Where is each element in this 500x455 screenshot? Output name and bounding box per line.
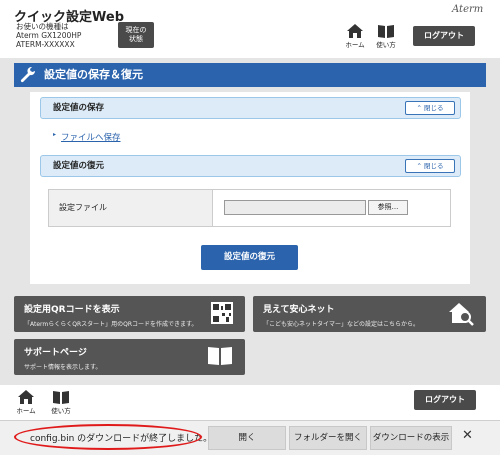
safe-tile-desc: 「こども安心ネットタイマー」などの設定はこちらから。 <box>263 321 420 328</box>
support-tile-title: サポートページ <box>24 348 87 358</box>
home-label: ホーム <box>345 41 365 49</box>
help-label: 使い方 <box>376 41 396 49</box>
qr-tile-desc: 「AtermらくらくQRスタート」用のQRコードを作成できます。 <box>24 321 198 328</box>
footer-home-label: ホーム <box>16 407 36 415</box>
link-bullet-icon: ▸ <box>53 131 57 138</box>
save-close-button[interactable]: ⌃ 閉じる <box>405 101 455 115</box>
wrench-icon <box>20 67 36 83</box>
settings-file-label: 設定ファイル <box>49 190 213 226</box>
section-title: 設定値の保存＆復元 <box>14 63 486 87</box>
close-label: 閉じる <box>424 104 444 112</box>
current-status-button[interactable]: 現在の 状態 <box>118 22 154 48</box>
device-info-line: お使いの機種は <box>16 22 69 31</box>
open-folder-button[interactable]: フォルダーを開く <box>289 426 367 450</box>
highlight-oval <box>14 424 202 450</box>
show-downloads-button[interactable]: ダウンロードの表示 <box>370 426 452 450</box>
device-model: Aterm GX1200HP <box>16 31 82 40</box>
home-nav[interactable]: ホーム <box>344 24 366 49</box>
qr-code-tile[interactable]: 設定用QRコードを表示 「AtermらくらくQRスタート」用のQRコードを作成で… <box>14 296 245 332</box>
brand-logo: Aterm <box>452 4 484 15</box>
header: クイック設定Web お使いの機種は Aterm GX1200HP ATERM-X… <box>0 0 500 58</box>
chevron-up-icon: ⌃ <box>416 162 424 170</box>
support-tile-desc: サポート情報を表示します。 <box>24 364 102 371</box>
footer-home-nav[interactable]: ホーム <box>14 390 38 415</box>
close-label: 閉じる <box>424 162 444 170</box>
safe-tile-title: 見えて安心ネット <box>263 305 335 315</box>
qr-tile-title: 設定用QRコードを表示 <box>24 305 120 315</box>
qr-code-icon <box>211 302 233 324</box>
restore-section-header[interactable]: 設定値の復元 <box>40 155 461 177</box>
restore-section-title: 設定値の復元 <box>53 161 105 171</box>
chevron-up-icon: ⌃ <box>416 104 424 112</box>
book-icon <box>53 391 69 404</box>
book-icon <box>378 25 394 38</box>
support-tile[interactable]: サポートページ サポート情報を表示します。 <box>14 339 245 375</box>
restore-button[interactable]: 設定値の復元 <box>201 245 298 270</box>
footer-help-label: 使い方 <box>51 407 71 415</box>
save-to-file-link[interactable]: ファイルへ保存 <box>61 131 121 143</box>
home-icon <box>347 24 363 38</box>
open-file-button[interactable]: 開く <box>208 426 286 450</box>
status-button-label: 現在の <box>125 26 147 34</box>
settings-file-input[interactable] <box>224 200 366 215</box>
browse-button[interactable]: 参照... <box>368 200 408 215</box>
open-book-icon <box>208 347 232 365</box>
logout-button[interactable]: ログアウト <box>413 26 475 46</box>
save-section-header[interactable]: 設定値の保存 <box>40 97 461 119</box>
home-icon <box>18 390 34 404</box>
footer-logout-button[interactable]: ログアウト <box>414 390 476 410</box>
help-nav[interactable]: 使い方 <box>375 24 397 49</box>
status-button-label: 状態 <box>129 35 143 43</box>
restore-close-button[interactable]: ⌃ 閉じる <box>405 159 455 173</box>
house-search-icon <box>449 303 474 326</box>
footer-help-nav[interactable]: 使い方 <box>49 390 73 415</box>
close-icon[interactable]: ✕ <box>462 428 473 443</box>
device-name: ATERM-XXXXXX <box>16 40 75 49</box>
safe-net-tile[interactable]: 見えて安心ネット 「こども安心ネットタイマー」などの設定はこちらから。 <box>253 296 486 332</box>
save-section-title: 設定値の保存 <box>53 103 105 113</box>
device-info: お使いの機種は Aterm GX1200HP ATERM-XXXXXX <box>16 22 81 49</box>
